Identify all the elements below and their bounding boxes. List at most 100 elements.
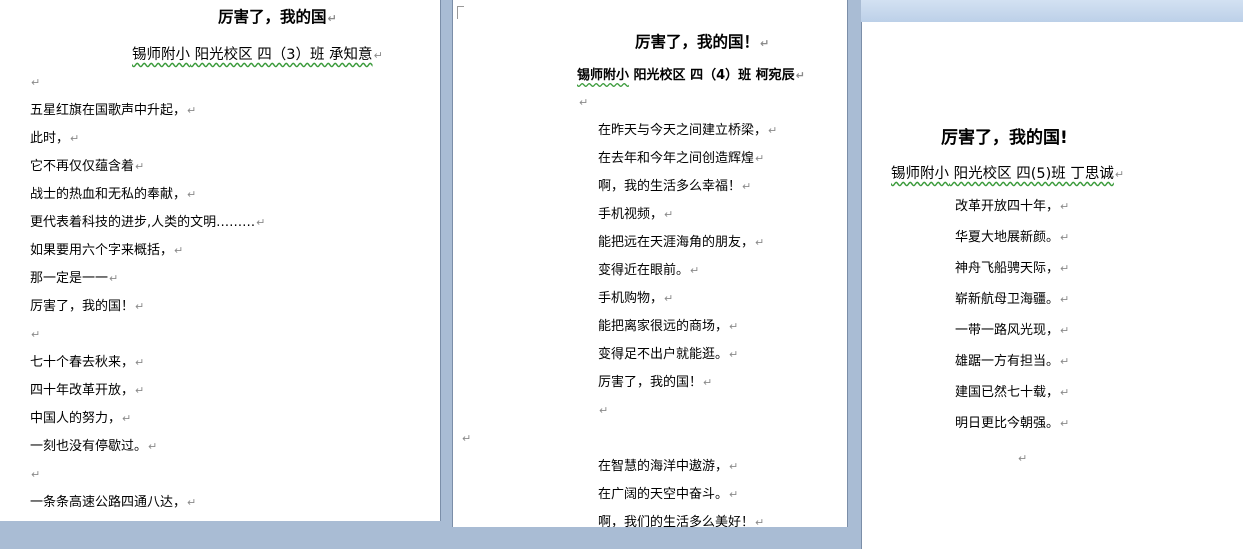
poem-line: 厉害了，我的国！↵	[30, 298, 144, 316]
poem-line-text: 在去年和今年之间创造辉煌	[598, 151, 755, 166]
poem-line: ↵	[30, 326, 40, 344]
paragraph-mark-icon: ↵	[1018, 452, 1028, 465]
paragraph-mark-icon: ↵	[135, 356, 145, 369]
paragraph-mark-icon: ↵	[174, 244, 184, 257]
poem-line-text: 雄踞一方有担当。	[955, 354, 1060, 369]
paragraph-mark-icon: ↵	[579, 96, 589, 109]
poem-line: 在广阔的天空中奋斗。↵	[598, 486, 738, 504]
paragraph-mark-icon: ↵	[31, 328, 41, 341]
poem-line-text: 手机购物，	[598, 291, 664, 306]
poem-line-text: 四十年改革开放，	[30, 383, 135, 398]
poem-line-text: 厉害了，我的国！	[598, 375, 703, 390]
paragraph-mark-icon: ↵	[187, 496, 197, 509]
poem-line-text: 手机视频，	[598, 207, 664, 222]
poem-line: 五星红旗在国歌声中升起，↵	[30, 102, 196, 120]
paragraph-mark-icon: ↵	[70, 132, 80, 145]
poem-line: 更代表着科技的进步,人类的文明………↵	[30, 214, 265, 232]
paragraph-mark-icon: ↵	[1060, 293, 1070, 306]
document-page-1[interactable]: 厉害了，我的国↵ 锡师附小 阳光校区 四（3）班 承知意↵ ↵ 五星红旗在国歌声中…	[0, 0, 441, 521]
paragraph-mark-icon: ↵	[729, 488, 739, 501]
paragraph-mark-icon: ↵	[1060, 355, 1070, 368]
poem-line: 手机视频，↵	[598, 206, 673, 224]
poem-line-text: 华夏大地展新颜。	[955, 230, 1060, 245]
paragraph-mark-icon: ↵	[135, 384, 145, 397]
poem-line: 啊，我们的生活多么美好！↵	[598, 514, 764, 527]
paragraph-mark-icon: ↵	[187, 188, 197, 201]
poem-byline: 锡师附小 阳光校区 四（3）班 承知意↵	[132, 47, 383, 63]
poem-line: 在昨天与今天之间建立桥梁，↵	[598, 122, 777, 140]
poem-line-text: 在广阔的天空中奋斗。	[598, 487, 729, 502]
document-page-2[interactable]: 厉害了，我的国！↵ 锡师附小 阳光校区 四（4）班 柯宛辰↵ ↵ 在昨天与今天之间…	[452, 0, 848, 527]
poem-line: 能把离家很远的商场，↵	[598, 318, 738, 336]
poem-line-text: 崭新航母卫海疆。	[955, 292, 1060, 307]
paragraph-mark-icon: ↵	[703, 376, 713, 389]
poem-line: ↵	[1017, 450, 1027, 468]
poem-line: 啊，我的生活多么幸福！↵	[598, 178, 751, 196]
poem-line: 变得近在眼前。↵	[598, 262, 699, 280]
poem-line: 明日更比今朝强。↵	[955, 415, 1069, 433]
poem-line: ↵	[598, 402, 608, 420]
poem-line-text: 变得近在眼前。	[598, 263, 690, 278]
poem-line-text: 七十个春去秋来，	[30, 355, 135, 370]
poem-line: 此时，↵	[30, 130, 79, 148]
paragraph-mark-icon: ↵	[187, 104, 197, 117]
margin-corner-mark	[457, 6, 464, 19]
poem-line-text: 五星红旗在国歌声中升起，	[30, 103, 187, 118]
paragraph-mark-icon: ↵	[1060, 231, 1070, 244]
poem-line: 能把远在天涯海角的朋友，↵	[598, 234, 764, 252]
paragraph-mark-icon: ↵	[755, 236, 765, 249]
paragraph-mark-icon: ↵	[664, 208, 674, 221]
paragraph-mark-icon: ↵	[135, 160, 145, 173]
poem-title: 厉害了，我的国!	[941, 128, 1068, 148]
paragraph-mark-icon: ↵	[135, 300, 145, 313]
poem-line: 建国已然七十载，↵	[955, 384, 1069, 402]
poem-line-text: 它不再仅仅蕴含着	[30, 159, 135, 174]
poem-line-text: 啊，我们的生活多么美好！	[598, 515, 755, 527]
poem-line: 华夏大地展新颜。↵	[955, 229, 1069, 247]
paragraph-mark-icon: ↵	[742, 180, 752, 193]
paragraph-mark-icon: ↵	[1060, 200, 1070, 213]
poem-line: 雄踞一方有担当。↵	[955, 353, 1069, 371]
poem-line: 在智慧的海洋中遨游，↵	[598, 458, 738, 476]
poem-line-text: 战士的热血和无私的奉献，	[30, 187, 187, 202]
poem-line-text: 能把离家很远的商场，	[598, 319, 729, 334]
poem-line: 那一定是一一↵	[30, 270, 118, 288]
poem-line-text: 中国人的努力，	[30, 411, 122, 426]
poem-line: 在去年和今年之间创造辉煌↵	[598, 150, 764, 168]
paragraph-mark-icon: ↵	[664, 292, 674, 305]
poem-line: 七十个春去秋来，↵	[30, 354, 144, 372]
document-page-3[interactable]: 厉害了，我的国! 锡师附小 阳光校区 四(5)班 丁思诚↵ 改革开放四十年，↵ 华…	[861, 22, 1243, 549]
poem-line-text: 厉害了，我的国！	[30, 299, 135, 314]
poem-line: ↵	[578, 94, 588, 112]
paragraph-mark-icon: ↵	[462, 432, 472, 445]
poem-line-text: 神舟飞船骋天际，	[955, 261, 1060, 276]
paragraph-mark-icon: ↵	[109, 272, 119, 285]
paragraph-mark-icon: ↵	[31, 468, 41, 481]
paragraph-mark-icon: ↵	[148, 440, 158, 453]
window-top-strip	[861, 0, 1243, 23]
paragraph-mark-icon: ↵	[768, 124, 778, 137]
poem-line-text: 明日更比今朝强。	[955, 416, 1060, 431]
paragraph-mark-icon: ↵	[755, 152, 765, 165]
poem-line: 战士的热血和无私的奉献，↵	[30, 186, 196, 204]
poem-line: 厉害了，我的国！↵	[598, 374, 712, 392]
paragraph-mark-icon: ↵	[1060, 262, 1070, 275]
poem-line: ↵	[30, 466, 40, 484]
poem-line-text: 一带一路风光现，	[955, 323, 1060, 338]
paragraph-mark-icon: ↵	[729, 320, 739, 333]
poem-byline: 锡师附小 阳光校区 四(5)班 丁思诚↵	[891, 166, 1125, 182]
poem-line: 如果要用六个字来概括，↵	[30, 242, 183, 260]
poem-title: 厉害了，我的国！↵	[635, 33, 770, 51]
poem-line-text: 那一定是一一	[30, 271, 109, 286]
paragraph-mark-icon: ↵	[1060, 417, 1070, 430]
paragraph-mark-icon: ↵	[256, 216, 266, 229]
poem-line: ↵	[461, 430, 471, 448]
poem-line-text: 更代表着科技的进步,人类的文明………	[30, 215, 256, 230]
poem-line: 一带一路风光现，↵	[955, 322, 1069, 340]
poem-line: 一条条高速公路四通八达，↵	[30, 494, 196, 512]
poem-line-text: 建国已然七十载，	[955, 385, 1060, 400]
poem-line-text: 在智慧的海洋中遨游，	[598, 459, 729, 474]
poem-line-text: 改革开放四十年，	[955, 199, 1060, 214]
paragraph-mark-icon: ↵	[729, 460, 739, 473]
poem-line-text: 变得足不出户就能逛。	[598, 347, 729, 362]
